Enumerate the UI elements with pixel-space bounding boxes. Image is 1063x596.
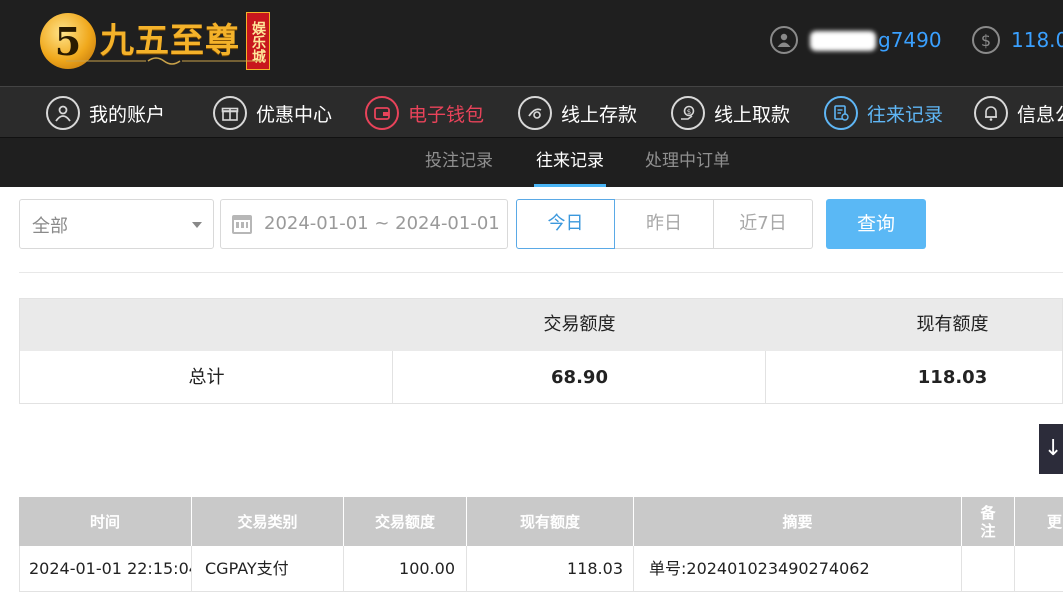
col-header-type[interactable]: 交易类别: [192, 497, 344, 546]
cell-note: [962, 546, 1015, 592]
logo-ornament-icon: [66, 57, 262, 65]
cell-time: 2024-01-01 22:15:04: [19, 546, 192, 592]
col-header-time[interactable]: 时间: [19, 497, 192, 546]
col-header-more[interactable]: 更: [1015, 497, 1063, 546]
table-row[interactable]: 2024-01-01 22:15:04 CGPAY支付 100.00 118.0…: [19, 546, 1063, 592]
summary-total-label: 总计: [188, 367, 225, 388]
summary-header: 交易额度 现有额度: [20, 299, 1062, 351]
dollar-icon: $: [972, 26, 1000, 54]
yesterday-button[interactable]: 昨日: [615, 199, 714, 249]
nav-promotions[interactable]: 优惠中心: [213, 87, 332, 139]
username-text: g7490: [878, 28, 942, 52]
nav-label: 线上取款: [714, 103, 791, 126]
col-header-amount[interactable]: 交易额度: [344, 497, 467, 546]
sort-icon: ↓: [1044, 436, 1063, 461]
user-icon: [770, 26, 798, 54]
wallet-icon: [365, 96, 399, 130]
records-icon: [824, 96, 858, 130]
last-7-days-button[interactable]: 近7日: [714, 199, 813, 249]
type-select-value: 全部: [32, 216, 68, 237]
calendar-icon: [232, 215, 252, 234]
nav-e-wallet[interactable]: 电子钱包: [365, 87, 484, 139]
top-header: 5 九五至尊 娱乐城 g7490 $ 118.0: [0, 0, 1063, 86]
nav-label: 我的账户: [89, 103, 166, 126]
cell-more: [1015, 546, 1063, 592]
nav-online-deposit[interactable]: 线上存款: [518, 87, 637, 139]
nav-my-account[interactable]: 我的账户: [46, 87, 165, 139]
balance-display: $ 118.0: [972, 24, 1063, 56]
balance-value: 118.0: [1011, 28, 1063, 52]
nav-label: 电子钱包: [408, 103, 485, 126]
summary-header-balance: 现有额度: [916, 314, 989, 335]
nav-transaction-records[interactable]: 往来记录: [824, 87, 943, 139]
query-button[interactable]: 查询: [826, 199, 926, 249]
summary-col-divider: [392, 351, 393, 403]
tab-pending-orders[interactable]: 处理中订单: [645, 138, 730, 187]
nav-label: 往来记录: [867, 103, 944, 126]
deposit-icon: [518, 96, 552, 130]
date-range-value: 2024-01-01 ~ 2024-01-01: [264, 213, 500, 234]
summary-total-balance: 118.03: [917, 367, 988, 388]
records-table: 时间 交易类别 交易额度 现有额度 摘要 备注 更 2024-01-01 22:…: [19, 497, 1063, 596]
bell-icon: [974, 96, 1008, 130]
username: g7490: [808, 28, 942, 52]
cell-balance: 118.03: [467, 546, 634, 592]
col-header-summary[interactable]: 摘要: [634, 497, 962, 546]
withdraw-icon: $: [671, 96, 705, 130]
date-range-input[interactable]: 2024-01-01 ~ 2024-01-01: [220, 199, 508, 249]
user-icon: [46, 96, 80, 130]
summary-total-row: 总计 68.90 118.03: [20, 351, 1062, 403]
col-header-balance[interactable]: 现有额度: [467, 497, 634, 546]
type-select[interactable]: 全部: [19, 199, 214, 249]
nav-notifications[interactable]: 信息公: [974, 87, 1063, 139]
nav-label: 线上存款: [561, 103, 638, 126]
svg-text:$: $: [687, 108, 691, 116]
caret-down-icon: [192, 222, 202, 228]
tab-bet-records[interactable]: 投注记录: [425, 138, 493, 187]
today-button[interactable]: 今日: [516, 199, 615, 249]
sub-nav: 投注记录 往来记录 处理中订单: [0, 138, 1063, 187]
main-nav: 我的账户 优惠中心 电子钱包 线上存款 $ 线上取款 往来记录 信息公: [0, 86, 1063, 138]
divider: [19, 272, 1063, 273]
nav-label: 优惠中心: [256, 103, 333, 126]
cell-amount: 100.00: [344, 546, 467, 592]
summary-table: 交易额度 现有额度 总计 68.90 118.03: [19, 298, 1063, 404]
username-mask: [810, 31, 876, 51]
summary-total-amount: 68.90: [551, 367, 608, 388]
summary-col-divider: [765, 351, 766, 403]
cell-summary: 单号:202401023490274062: [634, 546, 962, 592]
nav-label: 信息公: [1017, 103, 1063, 126]
sort-order-button[interactable]: ↓: [1039, 424, 1063, 474]
gift-icon: [213, 96, 247, 130]
records-header: 时间 交易类别 交易额度 现有额度 摘要 备注 更: [19, 497, 1063, 546]
summary-header-amount: 交易额度: [543, 314, 616, 335]
col-header-note[interactable]: 备注: [962, 497, 1015, 546]
tab-transaction-records[interactable]: 往来记录: [534, 138, 606, 187]
nav-online-withdraw[interactable]: $ 线上取款: [671, 87, 790, 139]
user-info[interactable]: g7490: [770, 24, 942, 56]
logo-text: 九五至尊: [100, 21, 240, 61]
cell-type: CGPAY支付: [192, 546, 344, 592]
